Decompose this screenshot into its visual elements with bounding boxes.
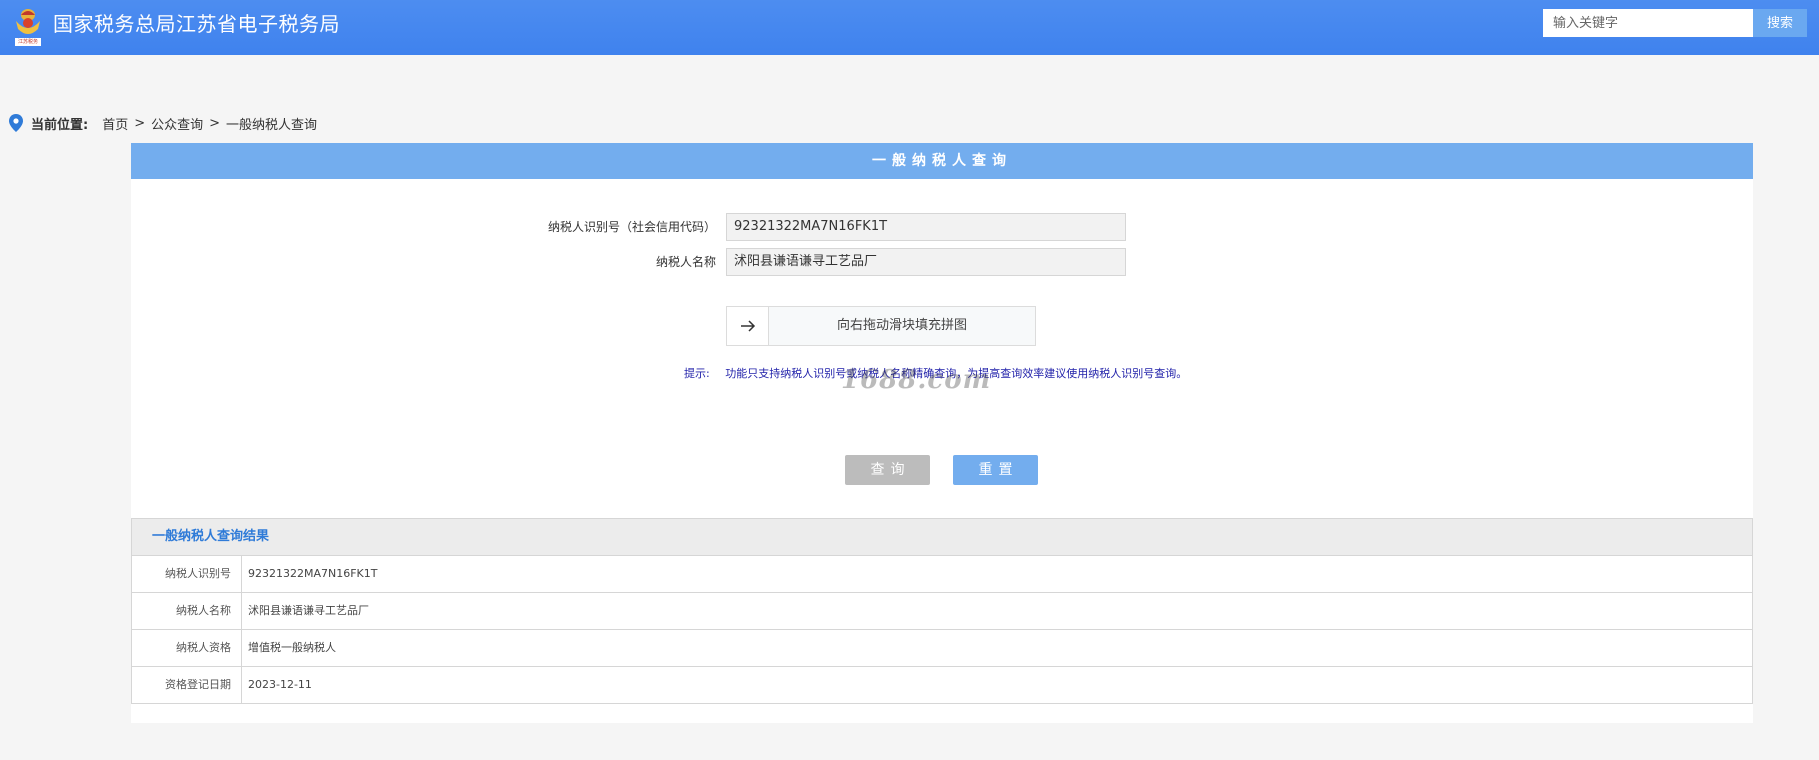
- results-title: 一般纳税人查询结果: [132, 519, 1752, 556]
- arrow-right-icon: [740, 317, 756, 336]
- table-row: 资格登记日期 2023-12-11: [132, 667, 1752, 703]
- row-value: 2023-12-11: [248, 678, 312, 691]
- results-table: 一般纳税人查询结果 纳税人识别号 92321322MA7N16FK1T 纳税人名…: [131, 518, 1753, 704]
- breadcrumb-separator: >: [134, 115, 146, 131]
- taxpayer-id-field[interactable]: 92321322MA7N16FK1T: [726, 213, 1126, 241]
- taxpayer-id-label: 纳税人识别号（社会信用代码）: [547, 220, 716, 234]
- breadcrumb-current: 一般纳税人查询: [226, 117, 318, 133]
- panel-title: 一般纳税人查询: [131, 143, 1753, 179]
- row-key: 纳税人资格: [132, 630, 242, 666]
- query-button[interactable]: 查询: [845, 455, 930, 485]
- table-row: 纳税人资格 增值税一般纳税人: [132, 630, 1752, 667]
- row-value: 92321322MA7N16FK1T: [248, 567, 378, 580]
- row-key: 纳税人名称: [132, 593, 242, 629]
- breadcrumb-home[interactable]: 首页: [102, 114, 128, 133]
- top-header: 江苏税务 国家税务总局江苏省电子税务局 搜索: [0, 0, 1819, 55]
- taxpayer-name-label: 纳税人名称: [655, 255, 716, 269]
- watermark: 1688.com: [841, 365, 992, 395]
- row-key: 资格登记日期: [132, 667, 242, 703]
- tax-emblem-icon[interactable]: 江苏税务: [12, 5, 44, 47]
- table-row: 纳税人名称 沭阳县谦语谦寻工艺品厂: [132, 593, 1752, 630]
- row-value: 沭阳县谦语谦寻工艺品厂: [248, 604, 369, 617]
- row-key: 纳税人识别号: [132, 556, 242, 592]
- row-value: 增值税一般纳税人: [248, 641, 336, 654]
- breadcrumb-label: 当前位置:: [31, 117, 89, 133]
- hint-label: 提示:: [684, 367, 710, 380]
- reset-button[interactable]: 重置: [953, 455, 1038, 485]
- site-title[interactable]: 国家税务总局江苏省电子税务局: [53, 10, 340, 38]
- breadcrumb: 当前位置: 首页 > 公众查询 > 一般纳税人查询: [9, 112, 317, 134]
- slider-text: 向右拖动滑块填充拼图: [836, 318, 967, 333]
- table-row: 纳税人识别号 92321322MA7N16FK1T: [132, 556, 1752, 593]
- query-panel: 一般纳税人查询 纳税人识别号（社会信用代码） 92321322MA7N16FK1…: [131, 143, 1753, 723]
- slider-handle[interactable]: [727, 307, 769, 345]
- breadcrumb-public-query[interactable]: 公众查询: [151, 114, 203, 133]
- breadcrumb-separator: >: [209, 115, 221, 131]
- location-pin-icon: [9, 114, 23, 132]
- captcha-slider[interactable]: 向右拖动滑块填充拼图: [726, 306, 1036, 346]
- taxpayer-name-field[interactable]: 沭阳县谦语谦寻工艺品厂: [726, 248, 1126, 276]
- logo-text: 江苏税务: [17, 39, 38, 45]
- search-input[interactable]: [1543, 9, 1753, 37]
- search-button[interactable]: 搜索: [1753, 9, 1807, 37]
